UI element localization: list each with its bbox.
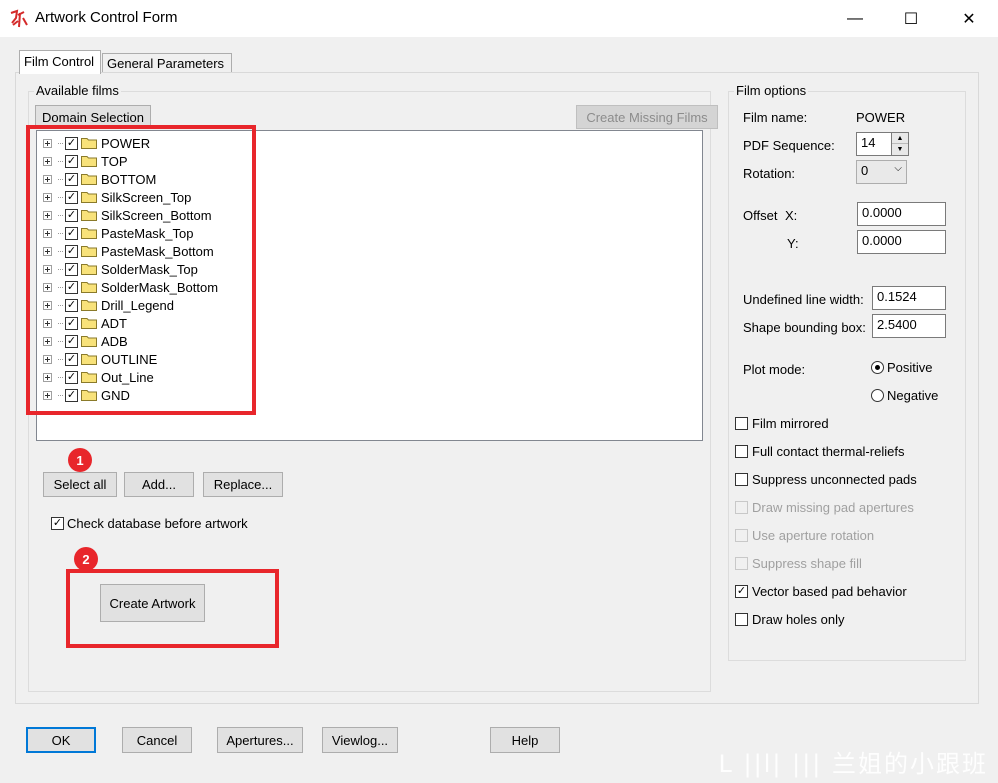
film-option-draw-missing-pad-apertures: Draw missing pad apertures <box>735 500 914 515</box>
film-option-label: Vector based pad behavior <box>752 584 907 599</box>
minimize-icon: — <box>847 9 863 27</box>
plot-positive-option[interactable]: Positive <box>871 360 933 375</box>
minimize-button[interactable]: — <box>832 0 878 37</box>
spin-up-icon[interactable]: ▲ <box>892 133 908 144</box>
film-option-checkbox <box>735 529 748 542</box>
film-option-label: Suppress unconnected pads <box>752 472 917 487</box>
annotation-badge-2: 2 <box>74 547 98 571</box>
shape-bounding-box-label: Shape bounding box: <box>743 320 866 335</box>
offset-y-label: Y: <box>787 236 799 251</box>
film-option-checkbox <box>735 557 748 570</box>
pdf-sequence-spinner[interactable]: ▲ ▼ <box>891 132 909 156</box>
help-button[interactable]: Help <box>490 727 560 753</box>
available-films-label: Available films <box>34 83 121 98</box>
film-option-label: Draw holes only <box>752 612 845 627</box>
select-all-button[interactable]: Select all <box>43 472 117 497</box>
offset-y-input[interactable]: 0.0000 <box>857 230 946 254</box>
check-database-label: Check database before artwork <box>67 516 248 531</box>
add-button[interactable]: Add... <box>124 472 194 497</box>
watermark: L ||l| ||| 兰姐的小跟班 <box>718 750 988 778</box>
film-option-draw-holes-only[interactable]: Draw holes only <box>735 612 845 627</box>
cancel-button[interactable]: Cancel <box>122 727 192 753</box>
film-option-vector-based-pad-behavior[interactable]: ✓ Vector based pad behavior <box>735 584 907 599</box>
spin-down-icon[interactable]: ▼ <box>892 144 908 155</box>
plot-positive-radio[interactable] <box>871 361 884 374</box>
maximize-icon: ☐ <box>903 10 919 28</box>
highlight-box-films <box>26 125 256 415</box>
plot-negative-radio[interactable] <box>871 389 884 402</box>
chevron-down-icon: ⌵ <box>894 163 902 174</box>
viewlog-button[interactable]: Viewlog... <box>322 727 398 753</box>
film-option-checkbox[interactable] <box>735 445 748 458</box>
film-option-suppress-shape-fill: Suppress shape fill <box>735 556 862 571</box>
apertures-button[interactable]: Apertures... <box>217 727 303 753</box>
plot-negative-option[interactable]: Negative <box>871 388 938 403</box>
title-bar: Artwork Control Form — ☐ ✕ <box>0 0 998 37</box>
close-icon: ✕ <box>962 10 976 28</box>
rotation-value: 0 <box>861 163 869 178</box>
film-name-value: POWER <box>856 110 906 125</box>
film-option-checkbox[interactable] <box>735 473 748 486</box>
replace-button[interactable]: Replace... <box>203 472 283 497</box>
shape-bounding-box-input[interactable]: 2.5400 <box>872 314 946 338</box>
film-option-label: Film mirrored <box>752 416 829 431</box>
film-option-film-mirrored[interactable]: Film mirrored <box>735 416 829 431</box>
film-options-label: Film options <box>734 83 809 98</box>
check-database-checkbox[interactable]: ✓ <box>51 517 64 530</box>
window-title: Artwork Control Form <box>35 9 178 26</box>
tab-film-control-label: Film Control <box>24 54 95 69</box>
ok-button[interactable]: OK <box>26 727 96 753</box>
plot-negative-label: Negative <box>887 388 939 403</box>
film-option-label: Full contact thermal-reliefs <box>752 444 905 459</box>
film-name-label: Film name: <box>743 110 808 125</box>
undefined-line-width-input[interactable]: 0.1524 <box>872 286 946 310</box>
create-artwork-button[interactable]: Create Artwork <box>100 584 205 622</box>
film-option-checkbox[interactable] <box>735 417 748 430</box>
check-database-option[interactable]: ✓ Check database before artwork <box>51 516 248 531</box>
film-option-suppress-unconnected-pads[interactable]: Suppress unconnected pads <box>735 472 917 487</box>
offset-x-input[interactable]: 0.0000 <box>857 202 946 226</box>
pdf-sequence-label: PDF Sequence: <box>743 138 835 153</box>
film-option-use-aperture-rotation: Use aperture rotation <box>735 528 874 543</box>
offset-x-label: X: <box>785 208 798 223</box>
maximize-button[interactable]: ☐ <box>888 0 934 37</box>
film-option-label: Draw missing pad apertures <box>752 500 914 515</box>
rotation-select[interactable]: 0 ⌵ <box>856 160 907 184</box>
tab-film-control[interactable]: Film Control <box>19 50 101 74</box>
film-option-label: Suppress shape fill <box>752 556 862 571</box>
rotation-label: Rotation: <box>743 166 796 181</box>
film-option-label: Use aperture rotation <box>752 528 875 543</box>
plot-mode-label: Plot mode: <box>743 362 806 377</box>
undefined-line-width-label: Undefined line width: <box>743 292 864 307</box>
tab-general-parameters[interactable]: General Parameters <box>102 53 232 74</box>
offset-label: Offset <box>743 208 778 223</box>
create-missing-films-button[interactable]: Create Missing Films <box>576 105 718 129</box>
film-option-checkbox <box>735 501 748 514</box>
annotation-badge-1: 1 <box>68 448 92 472</box>
app-icon <box>10 9 28 28</box>
pdf-sequence-input[interactable]: 14 <box>856 132 892 156</box>
film-option-full-contact-thermal-reliefs[interactable]: Full contact thermal-reliefs <box>735 444 904 459</box>
close-button[interactable]: ✕ <box>946 0 992 37</box>
plot-positive-label: Positive <box>887 360 933 375</box>
tab-general-parameters-label: General Parameters <box>107 56 225 71</box>
film-option-checkbox[interactable] <box>735 613 748 626</box>
film-option-checkbox[interactable]: ✓ <box>735 585 748 598</box>
